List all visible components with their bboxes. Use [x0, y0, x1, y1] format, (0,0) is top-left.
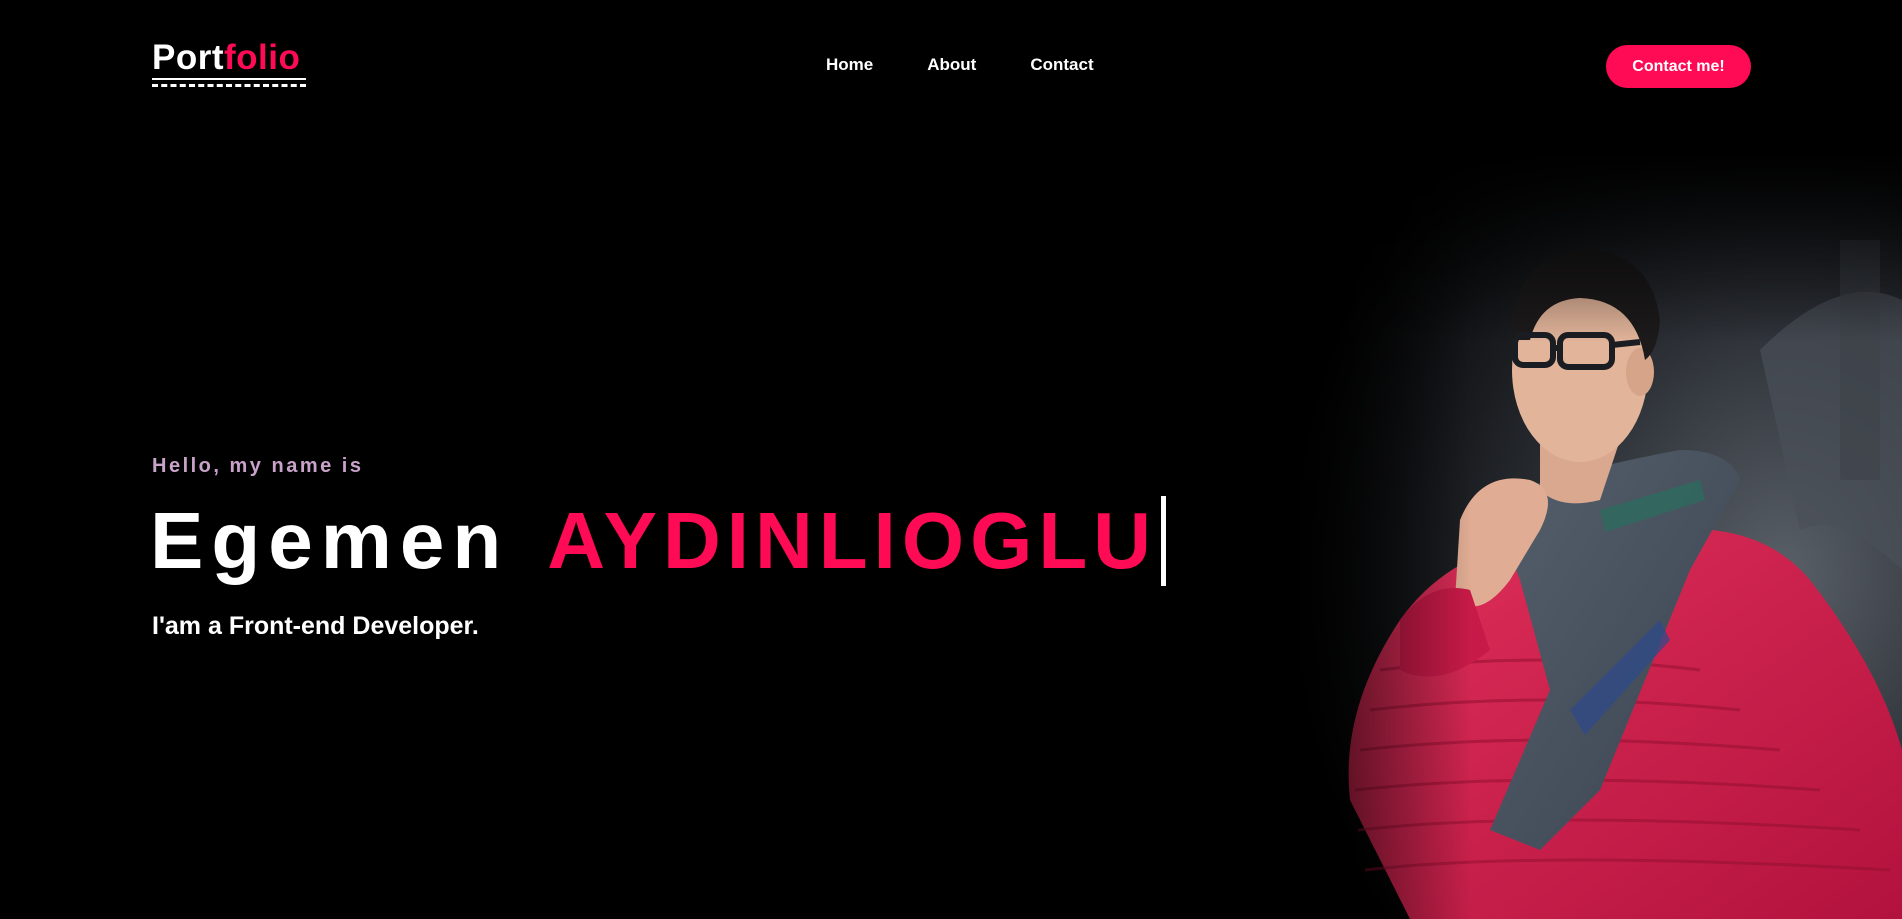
contact-me-button[interactable]: Contact me!: [1606, 45, 1751, 88]
nav-links: Home About Contact: [826, 56, 1094, 73]
hero-last-name: AYDINLIOGLU: [547, 496, 1157, 585]
logo-text-part1: Port: [152, 38, 224, 77]
hero-greeting: Hello, my name is: [152, 455, 364, 477]
nav-link-contact[interactable]: Contact: [1030, 56, 1093, 73]
hero-first-name: Egemen: [150, 496, 510, 585]
hero-portrait-image: [1240, 150, 1902, 919]
logo-dashed-underline: [152, 84, 306, 87]
nav-link-home[interactable]: Home: [826, 56, 873, 73]
hero-role: I'am a Front-end Developer.: [152, 612, 479, 640]
navbar: Portfolio Home About Contact Contact me!: [0, 0, 1902, 130]
hero-name: Egemen AYDINLIOGLU: [150, 496, 1166, 586]
nav-link-about[interactable]: About: [927, 56, 976, 73]
page: Portfolio Home About Contact Contact me!…: [0, 0, 1902, 919]
logo-underline: [152, 78, 306, 80]
typing-cursor: [1160, 496, 1166, 586]
logo-link[interactable]: Portfolio: [152, 40, 300, 75]
logo-text-part2: folio: [224, 38, 301, 77]
